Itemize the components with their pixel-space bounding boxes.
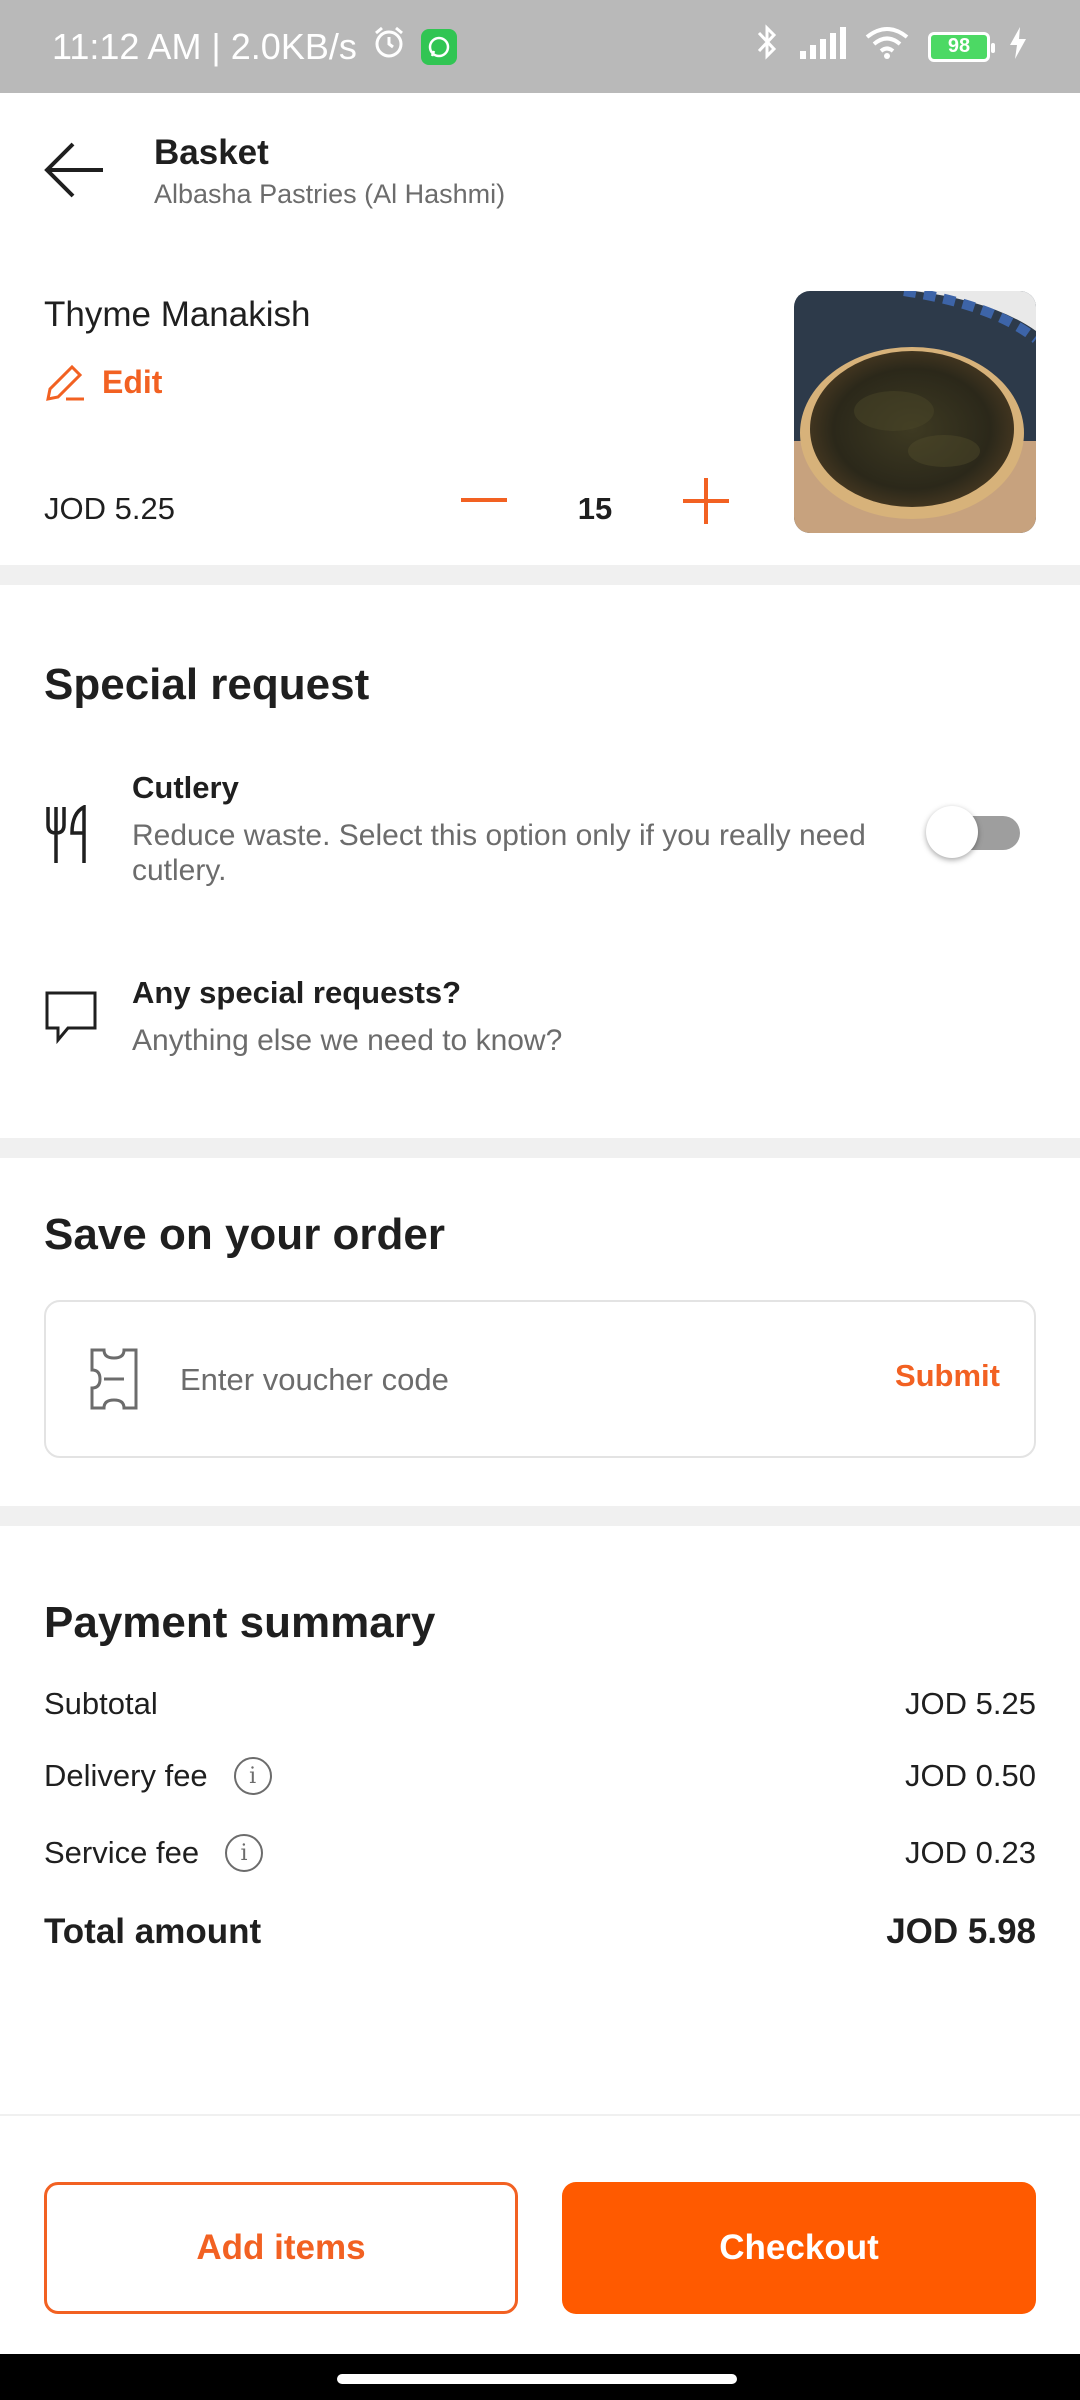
info-icon[interactable]: i [233,1757,272,1795]
total-row: Total amount JOD 5.98 [44,1912,1036,1952]
pencil-icon [46,364,84,401]
delivery-fee-value: JOD 0.50 [905,1758,1036,1793]
plus-icon [683,478,729,524]
quantity-value: 15 [577,491,613,526]
bluetooth-icon [754,23,780,70]
toggle-knob [926,806,978,858]
ticket-icon [88,1348,140,1410]
special-request-title: Special request [44,660,370,709]
basket-item: Thyme Manakish Edit JOD 5.25 15 [0,243,1080,565]
page-title: Basket [154,133,269,172]
status-time: 11:12 AM | 2.0KB/s [52,25,357,67]
charging-icon [1008,26,1028,68]
item-photo [794,291,1036,533]
whatsapp-icon [420,28,457,65]
checkout-button[interactable]: Checkout [562,2182,1036,2314]
chat-bubble-icon [44,990,98,1045]
edit-label: Edit [102,363,163,400]
total-label: Total amount [44,1912,262,1951]
basket-header: Basket Albasha Pastries (Al Hashmi) [0,93,1080,243]
back-button[interactable] [40,135,110,205]
service-fee-row: Service fee i JOD 0.23 [44,1834,1036,1872]
total-value: JOD 5.98 [886,1912,1036,1951]
special-requests-hint[interactable]: Anything else we need to know? [132,1024,562,1058]
cutlery-description: Reduce waste. Select this option only if… [132,819,866,887]
bottom-action-bar: Add items Checkout [0,2114,1080,2354]
edit-item-button[interactable]: Edit [44,361,162,403]
decrease-quantity-button[interactable] [454,475,514,525]
add-items-button[interactable]: Add items [44,2182,518,2314]
subtotal-row: Subtotal JOD 5.25 [44,1686,1036,1722]
status-bar: 11:12 AM | 2.0KB/s 98 [0,0,1080,93]
system-navigation-bar [0,2354,1080,2400]
battery-indicator: 98 [928,31,995,62]
delivery-fee-row: Delivery fee i JOD 0.50 [44,1757,1036,1795]
special-requests-label[interactable]: Any special requests? [132,975,461,1011]
section-divider [0,1138,1080,1158]
arrow-left-icon [44,142,103,198]
minus-icon [461,498,507,502]
info-icon[interactable]: i [225,1834,264,1872]
cutlery-label: Cutlery [132,770,239,805]
increase-quantity-button[interactable] [676,471,736,531]
voucher-section-title: Save on your order [44,1210,446,1259]
subtotal-label: Subtotal [44,1686,158,1721]
item-price: JOD 5.25 [44,491,175,526]
payment-summary-title: Payment summary [44,1598,436,1647]
home-gesture-handle[interactable] [337,2374,737,2384]
service-fee-label: Service fee [44,1835,200,1870]
alarm-icon [371,24,407,69]
service-fee-value: JOD 0.23 [905,1835,1036,1870]
section-divider [0,565,1080,585]
wifi-icon [864,25,910,68]
section-divider [0,1506,1080,1526]
delivery-fee-label: Delivery fee [44,1758,208,1793]
voucher-submit-button[interactable]: Submit [895,1358,1000,1394]
subtotal-value: JOD 5.25 [905,1686,1036,1721]
restaurant-name: Albasha Pastries (Al Hashmi) [154,179,506,209]
voucher-input[interactable] [180,1342,800,1418]
cutlery-icon [44,804,94,865]
signal-icon [798,26,846,68]
item-name: Thyme Manakish [44,295,311,334]
cutlery-toggle[interactable] [926,806,1022,858]
voucher-field: Submit [44,1300,1036,1458]
